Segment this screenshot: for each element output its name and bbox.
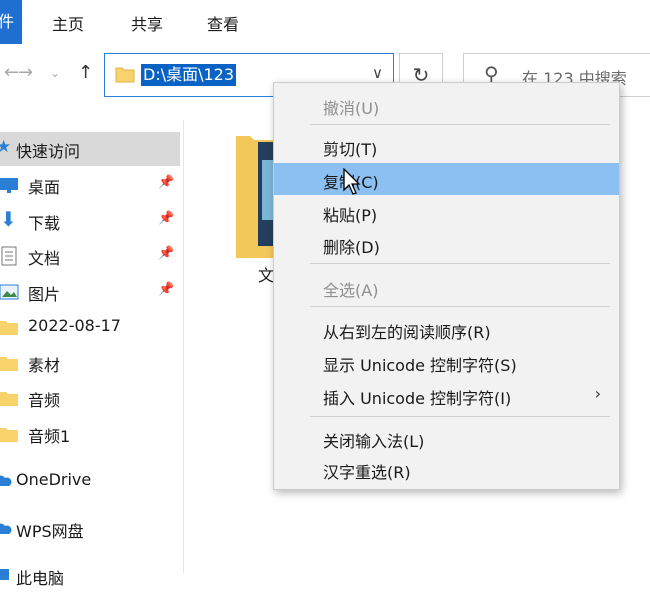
menu-item-cut[interactable]: 剪切(T) (274, 130, 619, 162)
address-path[interactable]: D:\桌面\123 (141, 64, 237, 86)
address-dropdown-chevron-icon[interactable]: ∨ (372, 64, 383, 82)
menu-item-label: 撤消(U) (323, 99, 380, 118)
nav-item-label: 音频1 (28, 427, 71, 446)
back-arrow-icon[interactable]: ← (4, 62, 19, 83)
menu-item-paste[interactable]: 粘贴(P) (274, 196, 619, 228)
menu-item-select-all[interactable]: 全选(A) (274, 271, 619, 303)
nav-item-onedrive[interactable]: OneDrive (0, 464, 180, 498)
pane-divider[interactable] (183, 120, 184, 573)
tab-share[interactable]: 共享 (131, 11, 163, 35)
nav-item-label: 此电脑 (16, 569, 65, 588)
pin-icon[interactable]: 📌 (158, 211, 174, 226)
menu-item-label: 从右到左的阅读顺序(R) (323, 323, 491, 342)
nav-item-folder-2022-08-17[interactable]: 2022-08-17 (0, 310, 180, 344)
folder-icon (0, 321, 18, 335)
menu-item-label: 全选(A) (323, 281, 379, 300)
cloud-icon (0, 475, 12, 486)
menu-separator (310, 306, 610, 307)
nav-item-desktop[interactable]: 桌面 📌 (0, 168, 180, 202)
tab-home[interactable]: 主页 (52, 11, 84, 35)
menu-separator (310, 124, 610, 125)
nav-item-label: 图片 (28, 285, 61, 304)
folder-icon (0, 357, 18, 371)
tab-view[interactable]: 查看 (207, 11, 239, 35)
navigation-pane: ★ 快速访问 桌面 📌 ⬇ 下载 📌 文档 📌 图片 📌 2022-08-17 … (0, 120, 182, 588)
nav-item-quick-access[interactable]: ★ 快速访问 (0, 132, 180, 166)
menu-item-label: 删除(D) (323, 238, 380, 257)
nav-item-label: 桌面 (28, 178, 61, 197)
mouse-cursor-icon (343, 168, 361, 195)
nav-item-wps-netdisk[interactable]: WPS网盘 (0, 512, 180, 546)
menu-separator (310, 416, 610, 417)
star-icon: ★ (0, 137, 12, 157)
pin-icon[interactable]: 📌 (158, 246, 174, 261)
computer-icon (0, 569, 9, 580)
picture-icon (0, 284, 19, 300)
document-icon (1, 246, 17, 266)
menu-item-delete[interactable]: 删除(D) (274, 228, 619, 260)
nav-item-label: 下载 (28, 214, 61, 233)
submenu-arrow-icon: › (594, 384, 601, 403)
nav-item-label: 快速访问 (16, 142, 81, 161)
download-icon: ⬇ (0, 207, 17, 231)
cloud-icon (0, 523, 12, 534)
nav-item-label: 音频 (28, 391, 61, 410)
context-menu: 撤消(U) 剪切(T) 复制(C) 粘贴(P) 删除(D) 全选(A) 从右到左… (273, 82, 620, 490)
desktop-icon (0, 178, 18, 193)
forward-arrow-icon[interactable]: → (18, 62, 33, 83)
menu-item-label: 剪切(T) (323, 140, 378, 159)
menu-item-undo[interactable]: 撤消(U) (274, 89, 619, 121)
pin-icon[interactable]: 📌 (158, 175, 174, 190)
recent-locations-chevron-icon[interactable]: ⌄ (50, 66, 60, 80)
up-arrow-icon[interactable]: ↑ (78, 62, 93, 83)
menu-item-rtl-reading-order[interactable]: 从右到左的阅读顺序(R) (274, 313, 619, 345)
menu-item-label: 关闭输入法(L) (323, 432, 425, 451)
menu-item-label: 插入 Unicode 控制字符(I) (323, 389, 512, 408)
file-tab[interactable]: 件 (0, 0, 22, 44)
menu-item-label: 汉字重选(R) (323, 463, 411, 482)
nav-item-folder-yinpin[interactable]: 音频 (0, 381, 180, 415)
folder-icon (115, 67, 135, 83)
ribbon: 件 主页 共享 查看 (0, 0, 650, 44)
menu-item-copy[interactable]: 复制(C) (274, 163, 619, 195)
nav-item-downloads[interactable]: ⬇ 下载 📌 (0, 204, 180, 238)
nav-item-label: 2022-08-17 (28, 316, 121, 335)
nav-item-label: 文档 (28, 249, 61, 268)
folder-icon[interactable] (236, 130, 276, 260)
pin-icon[interactable]: 📌 (158, 282, 174, 297)
nav-item-label: OneDrive (16, 470, 92, 489)
menu-separator (310, 263, 610, 264)
nav-item-this-pc[interactable]: 此电脑 (0, 559, 180, 593)
folder-icon (0, 428, 18, 442)
menu-item-close-ime[interactable]: 关闭输入法(L) (274, 422, 619, 454)
menu-item-insert-unicode-control[interactable]: 插入 Unicode 控制字符(I) › (274, 379, 619, 411)
folder-icon (0, 392, 18, 406)
nav-item-label: 素材 (28, 356, 61, 375)
nav-item-folder-yinpin1[interactable]: 音频1 (0, 417, 180, 451)
nav-item-pictures[interactable]: 图片 📌 (0, 275, 180, 309)
nav-item-documents[interactable]: 文档 📌 (0, 239, 180, 273)
nav-item-label: WPS网盘 (16, 522, 84, 541)
menu-item-reconvert[interactable]: 汉字重选(R) (274, 453, 619, 485)
menu-item-label: 粘贴(P) (323, 206, 378, 225)
menu-item-label: 显示 Unicode 控制字符(S) (323, 356, 517, 375)
menu-item-show-unicode-control[interactable]: 显示 Unicode 控制字符(S) (274, 346, 619, 378)
nav-item-folder-sucai[interactable]: 素材 (0, 346, 180, 380)
folder-name-label[interactable]: 文 (258, 262, 274, 286)
